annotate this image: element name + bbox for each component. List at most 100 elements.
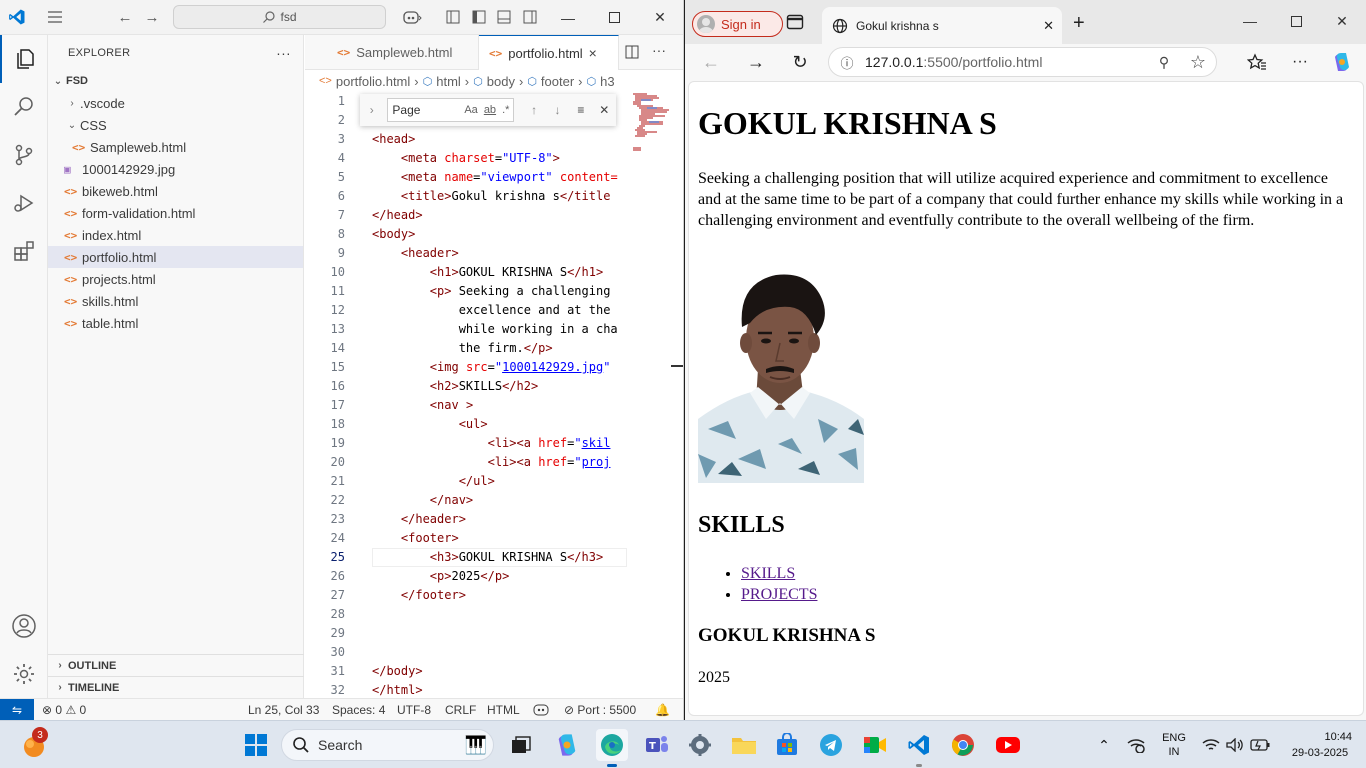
explorer-item-skills-html[interactable]: <> skills.html <box>48 290 303 312</box>
tab-close-icon[interactable]: × <box>589 45 597 61</box>
settings-gear-icon[interactable] <box>0 650 48 698</box>
tab-portfolio[interactable]: <> portfolio.html × <box>479 35 619 70</box>
projects-link[interactable]: PROJECTS <box>741 586 817 603</box>
previous-match-arrow-icon[interactable]: ↑ <box>522 103 545 117</box>
tab-close-icon[interactable]: ✕ <box>1043 18 1054 34</box>
menu-icon[interactable] <box>43 6 67 28</box>
settings-more-icon[interactable]: ··· <box>1284 48 1316 76</box>
forward-arrow-icon[interactable]: → <box>140 6 164 28</box>
regex-toggle[interactable]: .* <box>502 104 509 116</box>
encoding[interactable]: UTF-8 <box>397 699 431 720</box>
extensions-icon[interactable] <box>0 227 48 275</box>
sign-in-button[interactable]: Sign in <box>692 11 783 37</box>
toggle-panel-icon[interactable] <box>492 6 516 28</box>
zoom-icon[interactable]: ⚲ <box>1148 54 1180 71</box>
edge-close-button[interactable]: ✕ <box>1319 0 1365 42</box>
whole-word-toggle[interactable]: ab <box>484 104 496 116</box>
edge-app-icon[interactable] <box>596 729 628 767</box>
cursor-position[interactable]: Ln 25, Col 33 <box>248 699 319 720</box>
site-info-icon[interactable]: ⓘ <box>829 53 865 72</box>
line-ending[interactable]: CRLF <box>445 699 476 720</box>
widgets-icon[interactable]: 3 <box>18 727 50 761</box>
language-indicator[interactable]: ENG IN <box>1156 721 1192 768</box>
address-bar[interactable]: ⓘ 127.0.0.1:5500/portfolio.html ⚲ ☆ <box>828 47 1217 77</box>
explorer-item-css[interactable]: ⌄ CSS <box>48 114 303 136</box>
minimize-button[interactable]: — <box>545 0 591 35</box>
toggle-secondary-sidebar-icon[interactable] <box>518 6 542 28</box>
timeline-section[interactable]: › TIMELINE <box>48 676 304 698</box>
telegram-icon[interactable] <box>815 729 847 761</box>
edge-minimize-button[interactable]: — <box>1227 0 1273 42</box>
volume-icon[interactable] <box>1224 721 1246 768</box>
maximize-button[interactable] <box>591 0 637 35</box>
store-icon[interactable] <box>771 729 803 761</box>
explorer-item-projects-html[interactable]: <> projects.html <box>48 268 303 290</box>
back-arrow-icon[interactable]: ← <box>113 6 137 28</box>
breadcrumb-item[interactable]: footer <box>541 74 574 89</box>
explorer-item-table-html[interactable]: <> table.html <box>48 312 303 334</box>
find-input[interactable]: Page Aa ab .* <box>387 98 515 122</box>
close-button[interactable]: ✕ <box>637 0 683 35</box>
chrome-icon[interactable] <box>947 729 979 761</box>
refresh-icon[interactable]: ↻ <box>784 48 816 76</box>
language-mode[interactable]: HTML <box>487 699 520 720</box>
copilot-icon[interactable] <box>396 6 428 28</box>
edge-maximize-button[interactable] <box>1273 0 1319 42</box>
meet-icon[interactable] <box>859 729 891 761</box>
favorites-icon[interactable] <box>1241 48 1273 76</box>
tab-sampleweb[interactable]: <> Sampleweb.html <box>305 35 479 70</box>
skills-link[interactable]: SKILLS <box>741 565 795 582</box>
accounts-icon[interactable] <box>0 602 48 650</box>
next-match-arrow-icon[interactable]: ↓ <box>546 103 569 117</box>
explorer-item-1000142929-jpg[interactable]: ▣ 1000142929.jpg <box>48 158 303 180</box>
toggle-sidebar-icon[interactable] <box>467 6 491 28</box>
taskbar-search[interactable]: Search 🎹 <box>281 729 494 761</box>
file-explorer-icon[interactable] <box>728 729 760 761</box>
breadcrumb-item[interactable]: portfolio.html <box>336 74 410 89</box>
explorer-item--vscode[interactable]: › .vscode <box>48 92 303 114</box>
breadcrumb-item[interactable]: body <box>487 74 515 89</box>
workspace-root[interactable]: ⌄ FSD <box>48 70 303 92</box>
explorer-item-form-validation-html[interactable]: <> form-validation.html <box>48 202 303 224</box>
teams-icon[interactable]: T <box>641 729 673 761</box>
breadcrumb-item[interactable]: html <box>436 74 461 89</box>
scrollbar-thumb[interactable] <box>671 365 683 367</box>
source-control-icon[interactable] <box>0 131 48 179</box>
problems-indicator[interactable]: ⊗ 0 ⚠ 0 <box>42 699 86 720</box>
explorer-item-index-html[interactable]: <> index.html <box>48 224 303 246</box>
wifi-icon[interactable] <box>1200 721 1222 768</box>
clock[interactable]: 10:44 29-03-2025 <box>1280 721 1360 768</box>
find-in-selection-icon[interactable]: ≡ <box>569 103 592 117</box>
find-close-icon[interactable]: ✕ <box>593 103 616 117</box>
back-arrow-icon[interactable]: ← <box>695 48 727 76</box>
explorer-more-icon[interactable]: ··· <box>276 45 291 61</box>
tab-actions-icon[interactable] <box>786 14 804 35</box>
live-server-port[interactable]: ⊘ Port : 5500 <box>564 699 636 720</box>
new-tab-plus-icon[interactable]: + <box>1073 12 1085 35</box>
favorite-star-icon[interactable]: ☆ <box>1180 52 1216 73</box>
explorer-item-portfolio-html[interactable]: <> portfolio.html <box>48 246 303 268</box>
copilot-icon[interactable] <box>1326 48 1358 76</box>
command-center-search[interactable]: fsd <box>173 5 386 29</box>
show-hidden-icons-chevron-icon[interactable]: ⌃ <box>1094 721 1114 768</box>
remote-indicator-icon[interactable]: ⇋ <box>0 699 34 720</box>
notifications-bell-icon[interactable]: 🔔 <box>655 699 670 720</box>
battery-icon[interactable] <box>1248 721 1272 768</box>
vscode-app-icon[interactable] <box>903 729 935 767</box>
forward-arrow-icon[interactable]: → <box>740 48 772 76</box>
run-debug-icon[interactable] <box>0 179 48 227</box>
minimap[interactable] <box>627 92 683 698</box>
copilot-app-icon[interactable] <box>551 729 583 761</box>
explorer-icon[interactable] <box>0 35 48 83</box>
copilot-status-icon[interactable] <box>533 699 549 720</box>
settings-app-icon[interactable] <box>684 729 716 761</box>
layout-icon[interactable] <box>441 6 465 28</box>
indentation[interactable]: Spaces: 4 <box>332 699 385 720</box>
find-expand-chevron-icon[interactable]: › <box>360 103 383 117</box>
search-icon[interactable] <box>0 83 48 131</box>
breadcrumb-item[interactable]: h3 <box>600 74 614 89</box>
youtube-icon[interactable] <box>992 729 1024 761</box>
editor-more-actions-icon[interactable]: ··· <box>652 42 666 58</box>
browser-tab[interactable]: Gokul krishna s ✕ <box>822 7 1062 44</box>
start-button[interactable] <box>240 729 272 761</box>
